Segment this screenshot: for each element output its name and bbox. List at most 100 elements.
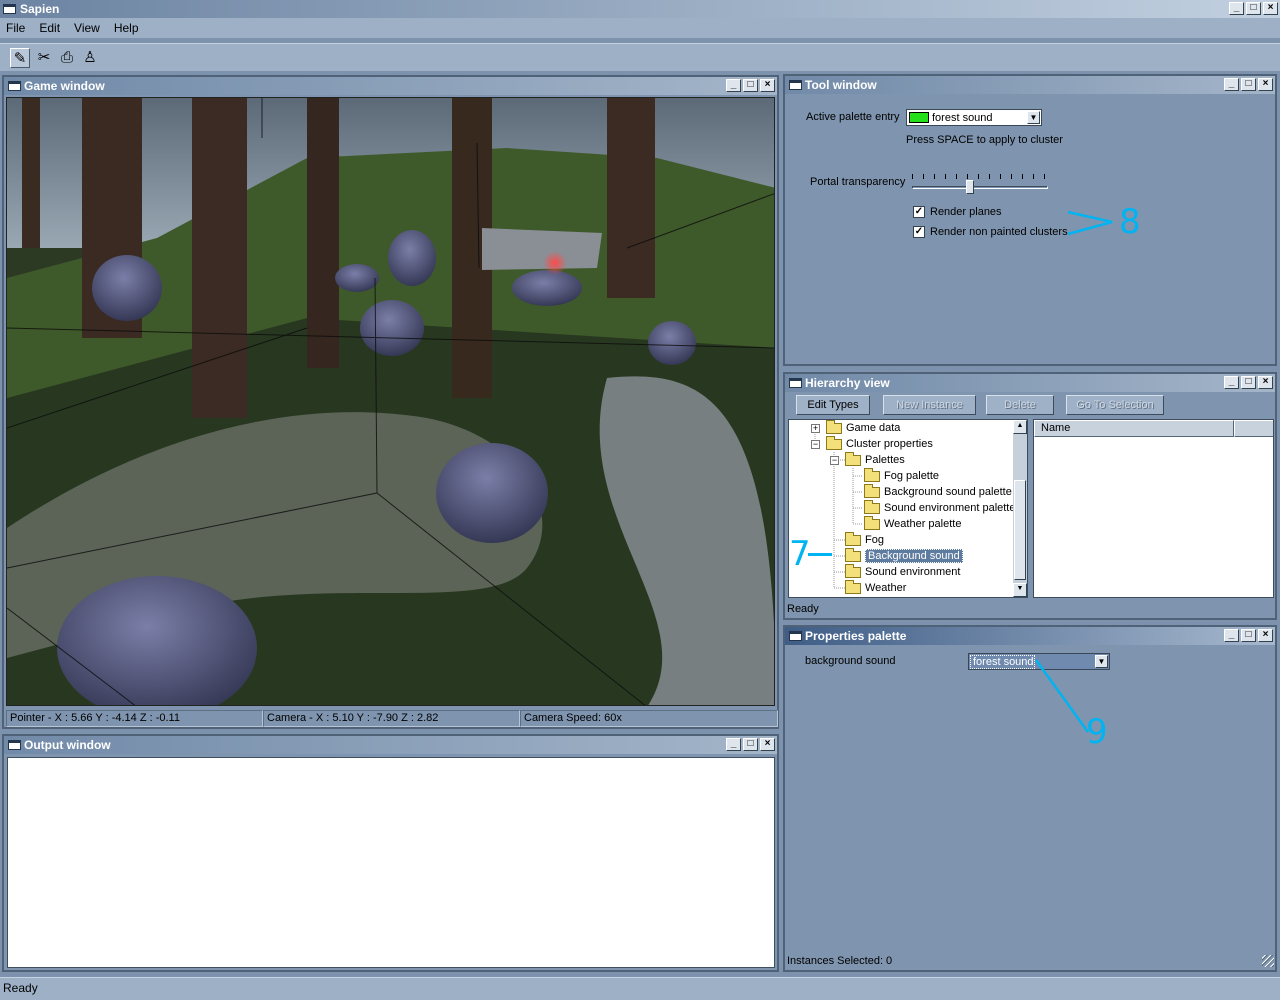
slider-ticks xyxy=(912,174,1048,179)
annotation-arrow-7 xyxy=(808,553,832,556)
character-tool-icon[interactable]: ♙ xyxy=(80,48,100,68)
restore-button[interactable]: □ xyxy=(1246,2,1261,15)
output-window-title-bar: Output window _ □ × xyxy=(4,736,777,754)
window-icon xyxy=(789,378,802,388)
menu-bar: File Edit View Help xyxy=(0,18,1280,38)
camera-speed: Camera Speed: 60x xyxy=(520,710,778,727)
scroll-thumb[interactable] xyxy=(1014,480,1026,580)
properties-title-bar: Properties palette _ □ × xyxy=(785,627,1275,645)
maximize-button[interactable]: □ xyxy=(1241,629,1256,642)
hierarchy-title-bar: Hierarchy view _ □ × xyxy=(785,374,1275,392)
chevron-down-icon[interactable]: ▼ xyxy=(1027,111,1040,124)
render-planes-checkbox[interactable]: ✓ xyxy=(913,206,925,218)
tree-scrollbar[interactable]: ▲ ▼ xyxy=(1013,420,1027,597)
pointer-tool-icon[interactable]: ✂ xyxy=(34,48,54,68)
resize-grip-icon[interactable] xyxy=(1262,955,1274,967)
tree-node-fog-palette[interactable]: Fog palette xyxy=(864,467,939,484)
main-status-bar: Ready xyxy=(0,977,1280,1000)
menu-help[interactable]: Help xyxy=(114,21,139,35)
game-status-bar: Pointer - X : 5.66 Y : -4.14 Z : -0.11 C… xyxy=(6,710,778,727)
camera-tool-icon[interactable]: ⎙ xyxy=(57,48,77,68)
scroll-up-icon[interactable]: ▲ xyxy=(1013,420,1027,434)
minimize-button[interactable]: _ xyxy=(1224,376,1239,389)
app-window-icon xyxy=(3,4,16,14)
tree-node-fog[interactable]: Fog xyxy=(845,531,884,548)
tree-node-palettes[interactable]: Palettes xyxy=(845,451,905,468)
render-non-painted-checkbox[interactable]: ✓ xyxy=(913,226,925,238)
chevron-down-icon[interactable]: ▼ xyxy=(1095,655,1108,668)
tree-node-weather-palette[interactable]: Weather palette xyxy=(864,515,961,532)
maximize-button[interactable]: □ xyxy=(743,79,758,92)
collapse-icon[interactable]: − xyxy=(811,440,820,449)
folder-icon xyxy=(845,563,861,578)
tree-node-weather[interactable]: Weather xyxy=(845,579,906,596)
game-window-title-bar: Game window _ □ × xyxy=(4,77,777,95)
game-viewport[interactable] xyxy=(6,97,775,706)
go-to-selection-button[interactable]: Go To Selection xyxy=(1066,395,1164,415)
scroll-down-icon[interactable]: ▼ xyxy=(1013,583,1027,597)
column-header-spacer xyxy=(1234,420,1273,437)
edit-types-button[interactable]: Edit Types xyxy=(796,395,870,415)
window-icon xyxy=(789,80,802,90)
app-title-bar: Sapien _ □ × xyxy=(0,0,1280,18)
output-window-title: Output window xyxy=(24,738,111,752)
annotation-arrow-9 xyxy=(1034,659,1090,733)
instances-selected-status: Instances Selected: 0 xyxy=(787,955,893,967)
close-button[interactable]: × xyxy=(1258,629,1273,642)
window-icon xyxy=(789,631,802,641)
tree-node-background-sound-palette[interactable]: Background sound palette xyxy=(864,483,1012,500)
properties-window: Properties palette _ □ × xyxy=(783,625,1277,972)
slider-thumb[interactable] xyxy=(966,180,974,194)
instance-list[interactable]: Name xyxy=(1033,419,1274,598)
tree-node-sound-environment[interactable]: Sound environment xyxy=(845,563,960,580)
game-window-title: Game window xyxy=(24,79,105,93)
folder-icon xyxy=(826,420,842,434)
folder-icon xyxy=(845,579,861,594)
properties-title: Properties palette xyxy=(805,629,907,643)
name-column-header[interactable]: Name xyxy=(1034,420,1234,437)
camera-coordinates: Camera - X : 5.10 Y : -7.90 Z : 2.82 xyxy=(263,710,520,727)
minimize-button[interactable]: _ xyxy=(726,79,741,92)
tree-node-background-sound[interactable]: Background sound xyxy=(845,547,963,564)
close-button[interactable]: × xyxy=(1258,376,1273,389)
minimize-button[interactable]: _ xyxy=(1224,629,1239,642)
active-palette-dropdown[interactable]: forest sound ▼ xyxy=(906,109,1042,126)
minimize-button[interactable]: _ xyxy=(726,738,741,751)
minimize-button[interactable]: _ xyxy=(1229,2,1244,15)
maximize-button[interactable]: □ xyxy=(1241,376,1256,389)
menu-view[interactable]: View xyxy=(74,21,100,35)
portal-transparency-slider[interactable] xyxy=(912,172,1050,194)
delete-button[interactable]: Delete xyxy=(986,395,1054,415)
menu-edit[interactable]: Edit xyxy=(39,21,60,35)
expand-icon[interactable]: + xyxy=(811,424,820,433)
pencil-tool-icon[interactable]: ✎ xyxy=(10,48,30,68)
maximize-button[interactable]: □ xyxy=(743,738,758,751)
folder-open-icon xyxy=(845,451,861,466)
hierarchy-status: Ready xyxy=(787,603,819,615)
close-button[interactable]: × xyxy=(1263,2,1278,15)
close-button[interactable]: × xyxy=(760,79,775,92)
minimize-button[interactable]: _ xyxy=(1224,78,1239,91)
menu-file[interactable]: File xyxy=(6,21,25,35)
maximize-button[interactable]: □ xyxy=(1241,78,1256,91)
annotation-arrow-8 xyxy=(1067,210,1113,236)
background-sound-label: background sound xyxy=(805,655,896,667)
tree-node-cluster-properties[interactable]: Cluster properties xyxy=(826,435,933,452)
background-sound-value: forest sound xyxy=(970,654,1035,669)
close-button[interactable]: × xyxy=(760,738,775,751)
folder-icon xyxy=(864,515,880,530)
tool-window-title-bar: Tool window _ □ × xyxy=(785,76,1275,94)
folder-icon xyxy=(845,531,861,546)
portal-transparency-label: Portal transparency xyxy=(810,176,906,188)
hierarchy-tree[interactable]: + − − Game data Cluster properties Palet… xyxy=(788,419,1028,598)
tool-window-title: Tool window xyxy=(805,78,877,92)
tree-node-sound-environment-palette[interactable]: Sound environment palette xyxy=(864,499,1015,516)
app-title: Sapien xyxy=(20,2,60,16)
collapse-icon[interactable]: − xyxy=(830,456,839,465)
toolbar: ✎ ✂ ⎙ ♙ xyxy=(0,43,1280,71)
annotation-9: 9 xyxy=(1086,712,1108,752)
output-text-area[interactable] xyxy=(7,757,775,968)
close-button[interactable]: × xyxy=(1258,78,1273,91)
new-instance-button[interactable]: New Instance xyxy=(883,395,976,415)
tree-node-game-data[interactable]: Game data xyxy=(826,420,900,436)
